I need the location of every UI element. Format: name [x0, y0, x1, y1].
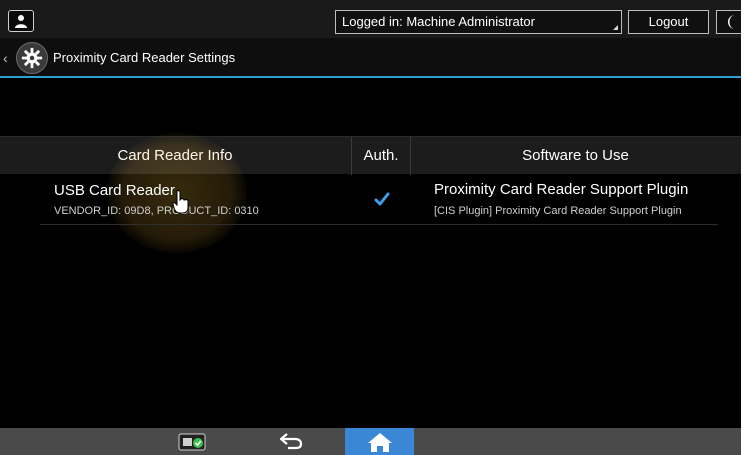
settings-button[interactable] [16, 42, 48, 74]
energy-saver-button[interactable] [716, 10, 741, 34]
login-status-text: Logged in: Machine Administrator [342, 14, 535, 29]
table-header: Card Reader Info Auth. Software to Use [0, 136, 741, 175]
card-reader-ids: VENDOR_ID: 09D8, PRODUCT_ID: 0310 [54, 205, 259, 217]
column-header-card-reader-info: Card Reader Info [117, 147, 233, 164]
logout-button[interactable]: Logout [628, 10, 709, 34]
gear-icon [21, 47, 43, 69]
home-icon [367, 432, 392, 452]
software-plugin-name: Proximity Card Reader Support Plugin [434, 181, 689, 198]
expand-corner-icon [613, 25, 618, 30]
login-status[interactable]: Logged in: Machine Administrator [335, 10, 622, 34]
card-status-icon[interactable] [178, 433, 206, 451]
card-reader-name: USB Card Reader [54, 182, 175, 199]
chevron-left-icon[interactable]: ‹ [3, 50, 8, 66]
page-title: Proximity Card Reader Settings [53, 50, 236, 65]
checkmark-icon[interactable] [374, 191, 390, 207]
back-arrow-icon[interactable] [278, 431, 304, 451]
moon-icon [728, 15, 735, 29]
column-header-auth: Auth. [351, 137, 411, 175]
title-bar: ‹ Proximity Card Reader Settings [0, 38, 741, 78]
top-status-bar: Logged in: Machine Administrator Logout [0, 0, 741, 38]
table-row[interactable]: USB Card Reader VENDOR_ID: 09D8, PRODUCT… [40, 174, 718, 225]
user-icon [15, 15, 27, 28]
bottom-bar [0, 428, 741, 455]
screen: Logged in: Machine Administrator Logout … [0, 0, 741, 455]
column-header-software: Software to Use [522, 147, 629, 164]
home-button[interactable] [345, 428, 414, 455]
user-button[interactable] [8, 10, 34, 32]
software-plugin-detail: [CIS Plugin] Proximity Card Reader Suppo… [434, 205, 682, 217]
